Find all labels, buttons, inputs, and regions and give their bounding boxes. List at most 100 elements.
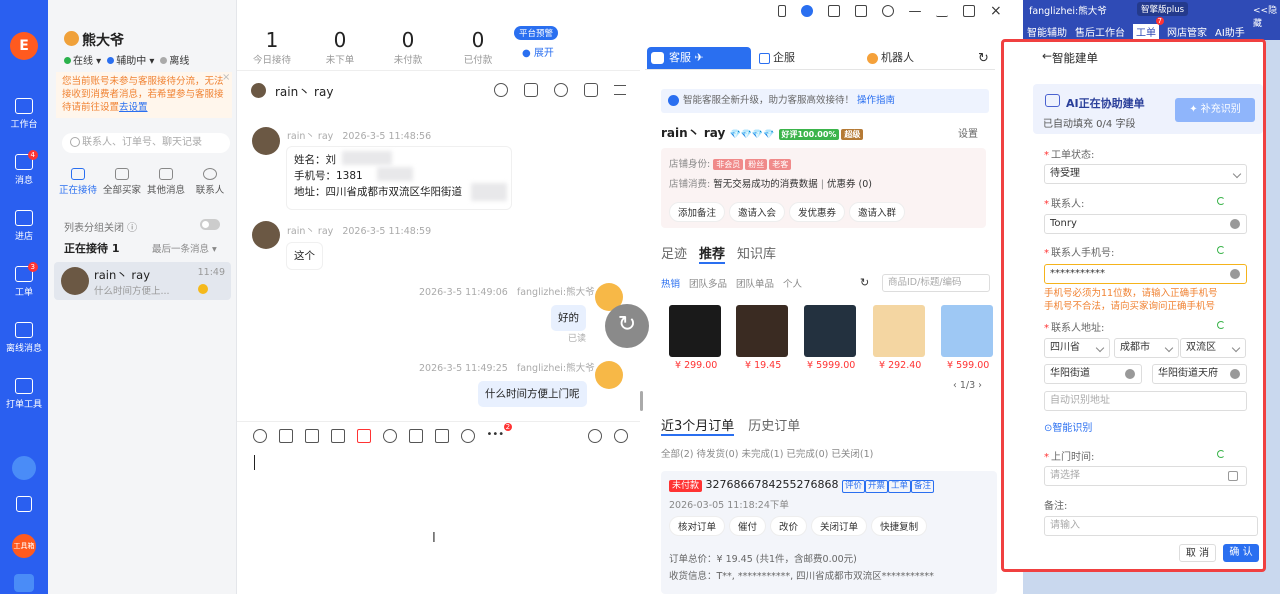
- change-price-button[interactable]: 改价: [770, 516, 808, 536]
- list-item[interactable]: rain丶 ray 11:49 什么时间方便上...: [54, 262, 231, 300]
- status-select[interactable]: 待受理: [1044, 164, 1247, 184]
- phone-input[interactable]: ***********: [1044, 264, 1247, 284]
- street-detail-input[interactable]: 华阳街道天府: [1152, 364, 1247, 384]
- stat-paid[interactable]: 0 已付款: [448, 28, 508, 66]
- tab-team-multi[interactable]: 团队多品: [689, 276, 727, 290]
- goto-settings-link[interactable]: 去设置: [119, 102, 148, 113]
- video-icon[interactable]: [524, 83, 538, 97]
- settings-link[interactable]: 设置: [958, 125, 978, 140]
- close-order-button[interactable]: 关闭订单: [811, 516, 868, 536]
- product-pager[interactable]: ‹ 1/3 ›: [953, 380, 982, 391]
- tab-aftersale[interactable]: 售后工作台: [1075, 24, 1125, 39]
- emoji-icon[interactable]: [253, 429, 267, 443]
- tab-smart-assist[interactable]: 智能辅助: [1027, 24, 1067, 39]
- status-assist[interactable]: 辅助中 ▾: [107, 52, 154, 67]
- menu-icon[interactable]: [614, 85, 626, 95]
- chat-bubble-icon[interactable]: [12, 456, 36, 480]
- calendar-icon[interactable]: [14, 574, 34, 592]
- sort-dropdown[interactable]: 最后一条消息 ▾: [152, 241, 217, 255]
- minimize-icon[interactable]: [936, 5, 948, 17]
- toolbox-button[interactable]: 工具箱: [12, 534, 36, 558]
- order-tag[interactable]: 开票: [865, 480, 889, 493]
- send-option-icon[interactable]: [588, 429, 603, 443]
- check-icon[interactable]: [434, 429, 449, 443]
- expand-button[interactable]: ● 展开: [522, 44, 554, 59]
- sidebar-item-print[interactable]: 打单工具: [0, 378, 48, 410]
- tab-all-buyers[interactable]: 全部买家: [100, 168, 144, 196]
- cancel-button[interactable]: 取 消: [1179, 544, 1216, 562]
- tab-ticket[interactable]: 工单 7: [1133, 17, 1164, 39]
- status-offline[interactable]: 离线: [160, 52, 189, 67]
- tab-contacts[interactable]: 联系人: [188, 168, 232, 196]
- tab-team-single[interactable]: 团队单品: [736, 276, 774, 290]
- settings-icon[interactable]: [882, 5, 894, 17]
- contact-search-input[interactable]: 联系人、订单号、聊天记录: [62, 133, 230, 153]
- check-order-button[interactable]: 核对订单: [669, 516, 726, 536]
- quick-copy-button[interactable]: 快捷复制: [871, 516, 928, 536]
- tab-receiving[interactable]: 正在接待: [56, 168, 100, 196]
- urge-pay-button[interactable]: 催付: [729, 516, 767, 536]
- tab-recommend[interactable]: 推荐: [699, 243, 726, 264]
- clear-icon[interactable]: [1230, 369, 1240, 379]
- smart-recognize-link[interactable]: ⊙智能识别: [1044, 419, 1092, 434]
- remark-input[interactable]: 请输入: [1044, 516, 1258, 536]
- sidebar-item-messages[interactable]: 4 消息: [0, 150, 48, 186]
- invite-group-button[interactable]: 邀请入群: [849, 202, 906, 222]
- service-icon[interactable]: [801, 5, 813, 17]
- order-filters[interactable]: 全部(2) 待发货(0) 未完成(1) 已完成(0) 已关闭(1): [661, 446, 873, 460]
- district-select[interactable]: 双流区: [1180, 338, 1246, 358]
- sidebar-item-visit[interactable]: 进店: [0, 210, 48, 242]
- clear-icon[interactable]: [1230, 219, 1240, 229]
- chat-scrollbar[interactable]: [640, 391, 643, 411]
- product-search-input[interactable]: 商品ID/标题/编码: [882, 274, 990, 292]
- product-image[interactable]: [873, 305, 925, 357]
- clear-icon[interactable]: [1125, 369, 1135, 379]
- order-id[interactable]: 3276866784255276868: [706, 478, 839, 491]
- tab-hot[interactable]: 热销: [661, 276, 680, 290]
- tab-footprint[interactable]: 足迹: [661, 243, 687, 264]
- guide-link[interactable]: 操作指南: [857, 95, 895, 106]
- scissors-icon[interactable]: [278, 429, 293, 443]
- group-toggle-switch[interactable]: [200, 219, 220, 230]
- tab-other-messages[interactable]: 其他消息: [144, 168, 188, 196]
- invite-member-button[interactable]: 邀请入会: [729, 202, 786, 222]
- edit-icon[interactable]: [828, 5, 840, 17]
- tab-recent-orders[interactable]: 近3个月订单: [661, 415, 735, 436]
- shirt-icon[interactable]: [855, 5, 867, 17]
- close-icon[interactable]: ×: [222, 72, 230, 83]
- pin-icon[interactable]: [909, 11, 921, 12]
- tab-knowledge[interactable]: 知识库: [737, 243, 776, 264]
- refresh-products-icon[interactable]: ↻: [860, 276, 869, 289]
- refresh-panel-icon[interactable]: ↻: [978, 51, 989, 66]
- supplement-recognize-button[interactable]: ✦ 补充识别: [1175, 98, 1255, 122]
- sidebar-item-offline[interactable]: 离线消息: [0, 322, 48, 354]
- maximize-icon[interactable]: [963, 5, 975, 17]
- confirm-button[interactable]: 确 认: [1223, 544, 1259, 562]
- stat-unpaid[interactable]: 0 未付款: [378, 28, 438, 66]
- phone-icon[interactable]: [778, 5, 786, 17]
- contact-input[interactable]: Tonry: [1044, 214, 1247, 234]
- tab-personal[interactable]: 个人: [783, 276, 802, 290]
- clear-icon[interactable]: [1230, 269, 1240, 279]
- diamond-icon[interactable]: [382, 429, 397, 443]
- visit-time-picker[interactable]: 请选择: [1044, 466, 1247, 486]
- add-note-button[interactable]: 添加备注: [669, 202, 726, 222]
- product-image[interactable]: [941, 305, 993, 357]
- stat-today[interactable]: 1 今日接待: [242, 28, 302, 66]
- order-icon[interactable]: [408, 429, 423, 443]
- order-tag[interactable]: 备注: [911, 480, 935, 493]
- product-image[interactable]: [804, 305, 856, 357]
- close-window-icon[interactable]: ×: [990, 4, 1002, 18]
- platform-alert-badge[interactable]: 平台预警: [514, 26, 559, 40]
- street-input[interactable]: 华阳街道: [1044, 364, 1142, 384]
- upload-icon[interactable]: [304, 429, 319, 443]
- send-coupon-button[interactable]: 发优惠券: [789, 202, 846, 222]
- province-select[interactable]: 四川省: [1044, 338, 1110, 358]
- stat-no-order[interactable]: 0 未下单: [310, 28, 370, 66]
- bag-icon[interactable]: [16, 496, 32, 512]
- city-select[interactable]: 成都市: [1114, 338, 1179, 358]
- refresh-icon[interactable]: ↻: [605, 304, 649, 348]
- red-packet-icon[interactable]: [356, 429, 371, 443]
- timer-icon[interactable]: [554, 83, 568, 97]
- quick-reply-icon[interactable]: [613, 429, 628, 443]
